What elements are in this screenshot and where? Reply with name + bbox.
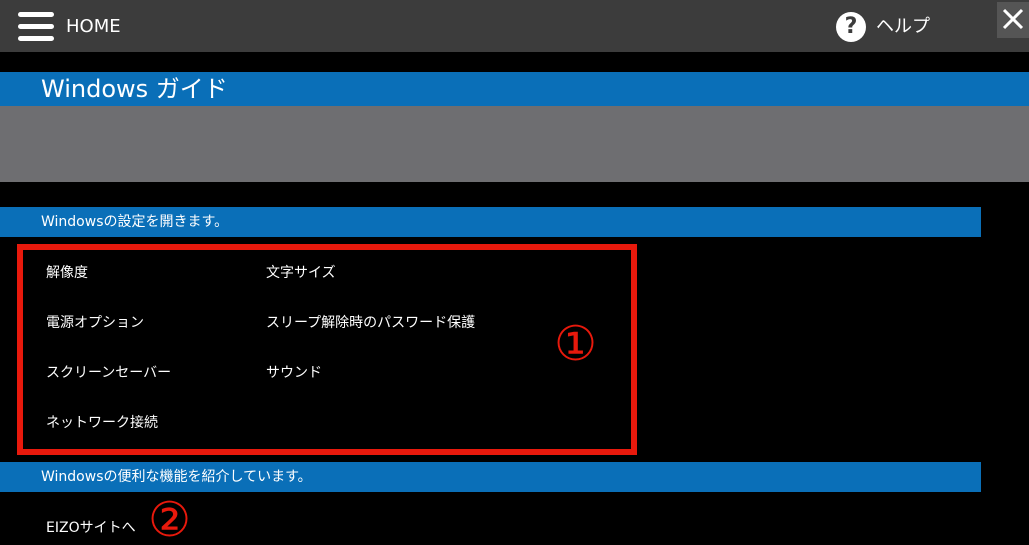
annotation-number-1: ①: [554, 316, 598, 372]
setting-link-screensaver[interactable]: スクリーンセーバー: [46, 364, 171, 382]
setting-link-network[interactable]: ネットワーク接続: [46, 414, 158, 432]
setting-link-sound[interactable]: サウンド: [266, 364, 322, 382]
hamburger-menu-icon[interactable]: [18, 12, 54, 42]
help-icon: ?: [836, 12, 866, 42]
page-title-bar: Windows ガイド: [0, 72, 1029, 106]
section-header-label: Windowsの設定を開きます。: [41, 214, 229, 230]
section-header-settings: Windowsの設定を開きます。: [0, 207, 981, 237]
section-header-label: Windowsの便利な機能を紹介しています。: [41, 469, 312, 485]
app-window: HOME ? ヘルプ Windows ガイド Windowsの設定を開きます。 …: [0, 0, 1029, 545]
close-button[interactable]: [997, 2, 1029, 38]
help-button[interactable]: ? ヘルプ: [836, 12, 930, 42]
menu-bar-line: [18, 36, 54, 41]
annotation-number-2: ②: [148, 492, 192, 545]
eizo-site-link[interactable]: EIZOサイトへ: [46, 519, 136, 537]
setting-link-wake-password[interactable]: スリープ解除時のパスワード保護: [266, 314, 475, 332]
setting-link-resolution[interactable]: 解像度: [46, 264, 88, 282]
top-bar: HOME ? ヘルプ: [0, 0, 1029, 52]
home-link[interactable]: HOME: [66, 16, 121, 38]
setting-link-power-options[interactable]: 電源オプション: [46, 314, 144, 332]
page-title: Windows ガイド: [41, 75, 228, 103]
close-icon: [1002, 8, 1024, 30]
description-panel: [0, 106, 1029, 182]
setting-link-text-size[interactable]: 文字サイズ: [266, 264, 336, 282]
section-header-features: Windowsの便利な機能を紹介しています。: [0, 462, 981, 492]
menu-bar-line: [18, 24, 54, 29]
help-label: ヘルプ: [876, 16, 930, 37]
menu-bar-line: [18, 12, 54, 17]
